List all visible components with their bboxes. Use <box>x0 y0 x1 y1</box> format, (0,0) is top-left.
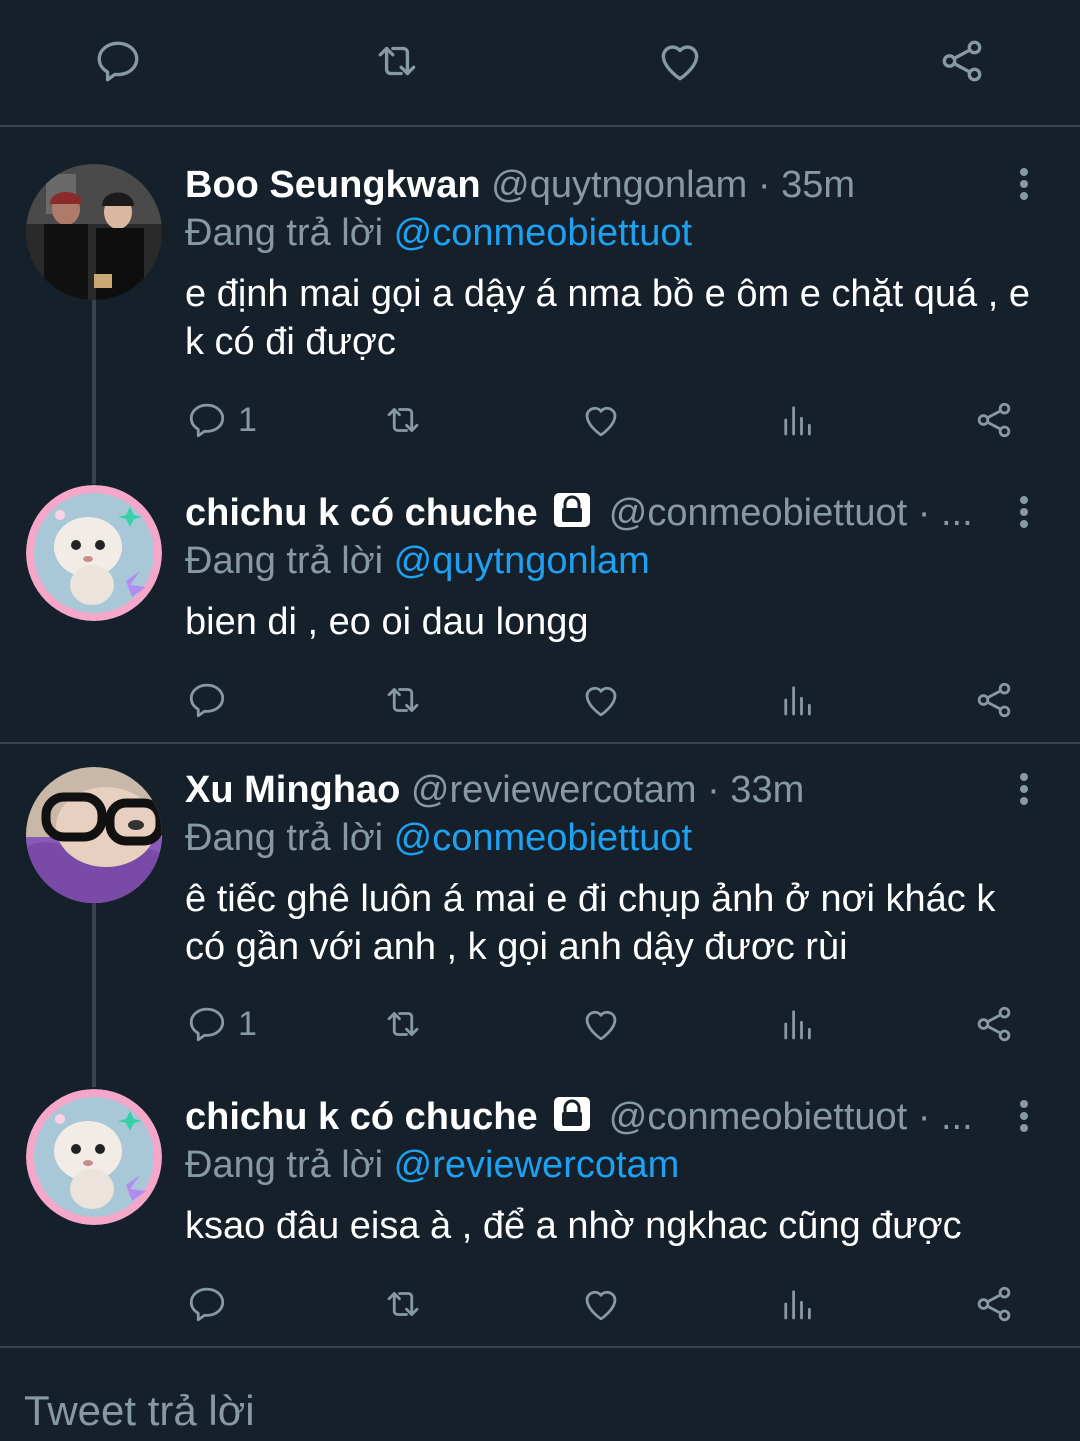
avatar[interactable] <box>26 164 162 300</box>
display-name[interactable]: chichu k có chuche <box>185 492 538 534</box>
tweet[interactable]: Xu Minghao @reviewercotam · 33m Đang trả… <box>0 765 1080 1055</box>
timestamp: · 35m <box>757 164 856 206</box>
display-name[interactable]: chichu k có chuche <box>185 1096 538 1138</box>
display-name[interactable]: Xu Minghao <box>185 769 400 811</box>
replying-to: Đang trả lời @conmeobiettuot <box>185 210 692 256</box>
share-icon <box>973 679 1015 721</box>
retweet-button[interactable] <box>382 1282 424 1326</box>
like-icon <box>580 679 622 721</box>
lock-icon <box>552 1095 592 1133</box>
retweet-icon <box>382 1003 424 1045</box>
mention-link[interactable]: @conmeobiettuot <box>394 817 692 859</box>
retweet-button[interactable] <box>382 1002 424 1046</box>
more-options-icon[interactable] <box>1012 168 1036 204</box>
parent-tweet-action-bar <box>0 0 1080 127</box>
mention-link[interactable]: @reviewercotam <box>394 1144 680 1186</box>
avatar[interactable] <box>26 767 162 903</box>
share-button[interactable] <box>973 1002 1015 1046</box>
more-options-icon[interactable] <box>1012 496 1036 532</box>
timestamp: · ... <box>917 492 973 534</box>
share-button[interactable] <box>973 678 1015 722</box>
user-handle[interactable]: @reviewercotam <box>411 769 697 811</box>
share-icon <box>973 1283 1015 1325</box>
share-button[interactable] <box>973 1282 1015 1326</box>
tweet-actions: 1 <box>0 398 1080 442</box>
timestamp: · ... <box>917 1096 973 1138</box>
analytics-button[interactable] <box>777 1002 819 1046</box>
reply-icon <box>186 399 228 441</box>
display-name[interactable]: Boo Seungkwan <box>185 164 481 206</box>
reply-composer[interactable]: Tweet trả lời <box>0 1346 1080 1441</box>
reply-icon <box>186 1003 228 1045</box>
mention-link[interactable]: @quytngonlam <box>394 540 650 582</box>
thread-divider <box>0 742 1080 744</box>
analytics-button[interactable] <box>777 678 819 722</box>
tweet-text: ê tiếc ghê luôn á mai e đi chụp ảnh ở nơ… <box>185 878 996 968</box>
tweet-actions <box>0 1282 1080 1326</box>
like-button[interactable] <box>580 678 622 722</box>
like-icon[interactable] <box>655 36 705 86</box>
analytics-icon <box>777 399 819 441</box>
timestamp: · 33m <box>707 769 805 811</box>
analytics-icon <box>777 1003 819 1045</box>
retweet-icon[interactable] <box>372 36 422 86</box>
replying-to-label: Đang trả lời <box>185 212 384 254</box>
retweet-button[interactable] <box>382 678 424 722</box>
like-button[interactable] <box>580 1002 622 1046</box>
like-icon <box>580 1003 622 1045</box>
replying-to: Đang trả lời @conmeobiettuot <box>185 815 692 861</box>
reply-count: 1 <box>238 1004 257 1043</box>
reply-button[interactable] <box>186 1282 238 1326</box>
analytics-button[interactable] <box>777 398 819 442</box>
replying-to: Đang trả lời @reviewercotam <box>185 1142 679 1188</box>
reply-icon <box>186 1283 228 1325</box>
replying-to-label: Đang trả lời <box>185 540 384 582</box>
more-options-icon[interactable] <box>1012 773 1036 809</box>
retweet-icon <box>382 399 424 441</box>
like-button[interactable] <box>580 398 622 442</box>
reply-button[interactable] <box>186 678 238 722</box>
tweet-actions <box>0 678 1080 722</box>
analytics-button[interactable] <box>777 1282 819 1326</box>
avatar[interactable] <box>26 485 162 621</box>
share-icon <box>973 399 1015 441</box>
user-handle[interactable]: @conmeobiettuot <box>609 492 907 534</box>
avatar[interactable] <box>26 1089 162 1225</box>
analytics-icon <box>777 679 819 721</box>
reply-input-placeholder[interactable]: Tweet trả lời <box>24 1386 255 1436</box>
lock-icon <box>552 491 592 529</box>
tweet-actions: 1 <box>0 1002 1080 1046</box>
share-icon <box>973 1003 1015 1045</box>
reply-icon <box>186 679 228 721</box>
tweet-text: e định mai gọi a dậy á nma bồ e ôm e chặ… <box>185 273 1030 363</box>
replying-to-label: Đang trả lời <box>185 817 384 859</box>
user-handle[interactable]: @conmeobiettuot <box>609 1096 907 1138</box>
share-icon[interactable] <box>937 36 987 86</box>
like-button[interactable] <box>580 1282 622 1326</box>
tweet[interactable]: chichu k có chuche @conmeobiettuot · ...… <box>0 1089 1080 1332</box>
tweet[interactable]: Boo Seungkwan @quytngonlam · 35m Đang tr… <box>0 160 1080 450</box>
reply-button[interactable]: 1 <box>186 398 257 442</box>
reply-icon[interactable] <box>93 36 143 86</box>
tweet-text: bien di , eo oi dau longg <box>185 601 589 643</box>
retweet-button[interactable] <box>382 398 424 442</box>
reply-count: 1 <box>238 400 257 439</box>
more-options-icon[interactable] <box>1012 1100 1036 1136</box>
like-icon <box>580 399 622 441</box>
analytics-icon <box>777 1283 819 1325</box>
replying-to-label: Đang trả lời <box>185 1144 384 1186</box>
like-icon <box>580 1283 622 1325</box>
retweet-icon <box>382 1283 424 1325</box>
replying-to: Đang trả lời @quytngonlam <box>185 538 650 584</box>
reply-button[interactable]: 1 <box>186 1002 257 1046</box>
tweet[interactable]: chichu k có chuche @conmeobiettuot · ...… <box>0 485 1080 728</box>
tweet-text: ksao đâu eisa à , để a nhờ ngkhac cũng đ… <box>185 1205 962 1247</box>
user-handle[interactable]: @quytngonlam <box>491 164 747 206</box>
share-button[interactable] <box>973 398 1015 442</box>
retweet-icon <box>382 679 424 721</box>
mention-link[interactable]: @conmeobiettuot <box>394 212 692 254</box>
